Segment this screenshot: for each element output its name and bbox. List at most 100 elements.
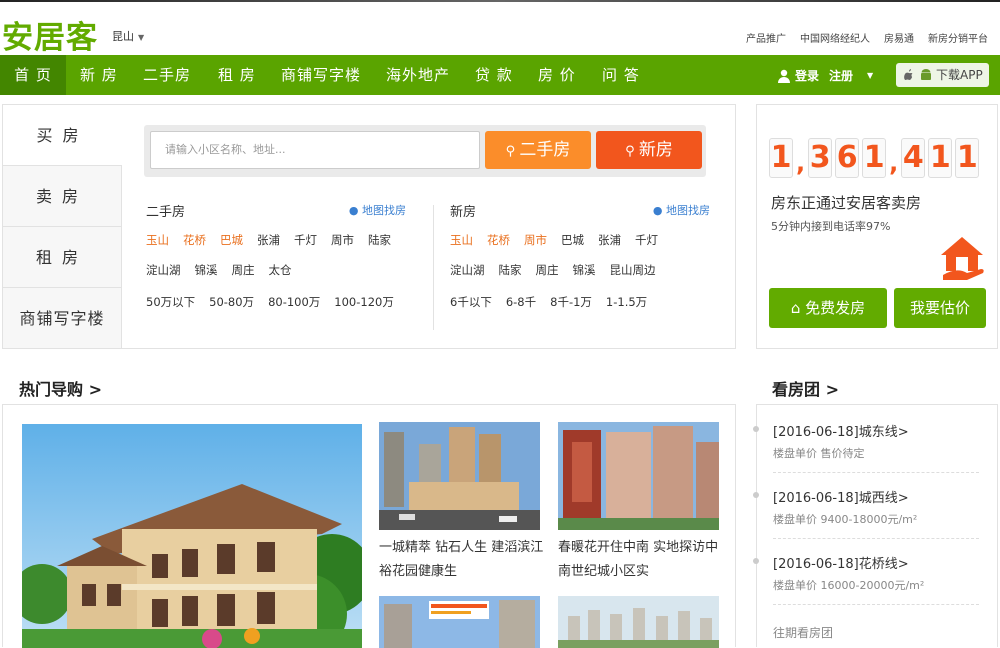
new-house-title: 新房 <box>450 205 477 220</box>
area-link[interactable]: 千灯 <box>635 233 658 247</box>
map-pin-icon: ● <box>348 204 359 217</box>
tour-title[interactable]: 看房团 > <box>772 376 839 400</box>
counter-digit: 6 <box>835 138 860 178</box>
area-link[interactable]: 淀山湖 <box>450 263 485 277</box>
tour-item-title[interactable]: [2016-06-18]城东线> <box>773 421 909 440</box>
top-link-distribution[interactable]: 新房分销平台 <box>928 30 988 45</box>
tour-item[interactable]: [2016-06-18]城西线> 楼盘单价 9400-18000元/m² <box>753 487 917 527</box>
nav-second-hand[interactable]: 二手房 <box>143 55 191 95</box>
tour-item[interactable]: [2016-06-18]城东线> 楼盘单价 售价待定 <box>753 421 909 461</box>
tab-rent[interactable]: 租房 <box>3 227 122 288</box>
area-link[interactable]: 张浦 <box>598 233 621 247</box>
area-link[interactable]: 玉山 <box>450 233 473 247</box>
tour-item-price: 楼盘单价 16000-20000元/m² <box>773 579 925 592</box>
main-nav: 首 页 新 房 二手房 租 房 商铺写字楼 海外地产 贷 款 房 价 问 答 登… <box>0 55 1000 95</box>
search-second-hand-label: 二手房 <box>519 140 571 160</box>
search-icon: ⚲ <box>505 144 520 159</box>
area-link[interactable]: 周庄 <box>232 263 255 277</box>
hot-thumb-image[interactable] <box>558 596 719 648</box>
past-tours-link[interactable]: 往期看房团 <box>773 624 833 641</box>
hot-guide-title[interactable]: 热门导购 > <box>19 376 102 400</box>
second-hand-map-link[interactable]: ● 地图找房 <box>349 202 406 218</box>
seller-rate: 5分钟内接到电话率97% <box>771 220 891 233</box>
hot-thumb-image[interactable] <box>558 422 719 530</box>
nav-home[interactable]: 首 页 <box>0 55 66 95</box>
price-link[interactable]: 6千以下 <box>450 295 492 309</box>
nav-price[interactable]: 房 价 <box>538 55 576 95</box>
area-link[interactable]: 周庄 <box>536 263 559 277</box>
search-tabs: 买房 卖房 租房 商铺写字楼 <box>3 105 122 349</box>
price-link[interactable]: 80-100万 <box>268 295 320 309</box>
hot-thumb-image[interactable] <box>379 596 540 648</box>
nav-qa[interactable]: 问 答 <box>602 55 640 95</box>
nav-new-house[interactable]: 新 房 <box>80 55 118 95</box>
map-pin-icon: ● <box>652 204 663 217</box>
map-link-label: 地图找房 <box>362 204 406 217</box>
nav-loan[interactable]: 贷 款 <box>475 55 513 95</box>
top-link-agent[interactable]: 中国网络经纪人 <box>800 30 870 45</box>
area-link[interactable]: 锦溪 <box>573 263 596 277</box>
new-house-links: 新房 ● 地图找房 玉山 花桥 周市 巴城 张浦 千灯 淀山湖 陆家 周庄 锦溪 昆山周边 6千以… <box>450 201 710 310</box>
area-link[interactable]: 昆山周边 <box>610 263 656 277</box>
area-row: 淀山湖 锦溪 周庄 太仓 <box>146 262 406 278</box>
top-link-promo[interactable]: 产品推广 <box>746 30 786 45</box>
area-link[interactable]: 陆家 <box>368 233 391 247</box>
hot-caption[interactable]: 春暖花开住中南 实地探访中南世纪城小区实 <box>558 536 728 584</box>
login-link[interactable]: 登录 <box>795 67 819 84</box>
top-links: 产品推广 中国网络经纪人 房易通 新房分销平台 <box>746 30 988 45</box>
top-link-fangyitong[interactable]: 房易通 <box>884 30 914 45</box>
second-hand-title: 二手房 <box>146 205 186 220</box>
counter-digit: 4 <box>901 138 926 178</box>
tour-separator <box>773 538 979 539</box>
tour-item-title[interactable]: [2016-06-18]城西线> <box>773 487 917 506</box>
search-new-house-button[interactable]: ⚲ 新房 <box>596 131 702 169</box>
search-input[interactable]: 请输入小区名称、地址... <box>150 131 480 169</box>
hot-caption[interactable]: 一城精萃 钻石人生 建滔滨江裕花园健康生 <box>379 536 549 584</box>
nav-commercial[interactable]: 商铺写字楼 <box>281 55 361 95</box>
search-new-house-label: 新房 <box>638 140 673 160</box>
site-logo[interactable]: 安居客 <box>2 12 98 57</box>
new-house-map-link[interactable]: ● 地图找房 <box>653 202 710 218</box>
area-link[interactable]: 周市 <box>524 233 547 247</box>
tab-commercial[interactable]: 商铺写字楼 <box>3 288 122 349</box>
tab-buy[interactable]: 买房 <box>3 105 122 166</box>
area-link[interactable]: 千灯 <box>294 233 317 247</box>
counter-digit: 1 <box>928 138 953 178</box>
timeline-dot <box>753 492 759 498</box>
register-link[interactable]: 注册 <box>829 67 853 84</box>
hot-main-image[interactable] <box>22 424 362 648</box>
price-link[interactable]: 1-1.5万 <box>606 295 647 309</box>
area-link[interactable]: 张浦 <box>257 233 280 247</box>
tour-item[interactable]: [2016-06-18]花桥线> 楼盘单价 16000-20000元/m² <box>753 553 925 593</box>
free-publish-button[interactable]: ⌂ 免费发房 <box>769 288 887 328</box>
area-link[interactable]: 太仓 <box>269 263 292 277</box>
area-link[interactable]: 玉山 <box>146 233 169 247</box>
tour-item-title[interactable]: [2016-06-18]花桥线> <box>773 553 924 572</box>
area-link[interactable]: 巴城 <box>561 233 584 247</box>
price-link[interactable]: 8千-1万 <box>550 295 592 309</box>
area-link[interactable]: 花桥 <box>183 233 206 247</box>
price-link[interactable]: 50万以下 <box>146 295 195 309</box>
area-link[interactable]: 陆家 <box>499 263 522 277</box>
area-link[interactable]: 锦溪 <box>195 263 218 277</box>
area-link[interactable]: 周市 <box>331 233 354 247</box>
nav-overseas[interactable]: 海外地产 <box>386 55 450 95</box>
search-second-hand-button[interactable]: ⚲ 二手房 <box>485 131 591 169</box>
area-link[interactable]: 淀山湖 <box>146 263 181 277</box>
house-hand-icon <box>941 237 984 280</box>
tab-sell[interactable]: 卖房 <box>3 166 122 227</box>
counter-digit: 1 <box>862 138 887 178</box>
price-link[interactable]: 50-80万 <box>209 295 254 309</box>
area-link[interactable]: 花桥 <box>487 233 510 247</box>
nav-rent[interactable]: 租 房 <box>218 55 256 95</box>
price-link[interactable]: 6-8千 <box>506 295 536 309</box>
hot-thumb-image[interactable] <box>379 422 540 530</box>
city-label: 昆山 <box>112 30 134 43</box>
city-selector[interactable]: 昆山 ▼ <box>112 28 144 44</box>
download-app-button[interactable]: 下载APP <box>896 63 989 87</box>
chevron-down-icon[interactable]: ▼ <box>867 71 873 80</box>
price-row: 6千以下 6-8千 8千-1万 1-1.5万 <box>450 294 710 310</box>
estimate-button[interactable]: 我要估价 <box>894 288 986 328</box>
price-link[interactable]: 100-120万 <box>334 295 394 309</box>
area-link[interactable]: 巴城 <box>220 233 243 247</box>
